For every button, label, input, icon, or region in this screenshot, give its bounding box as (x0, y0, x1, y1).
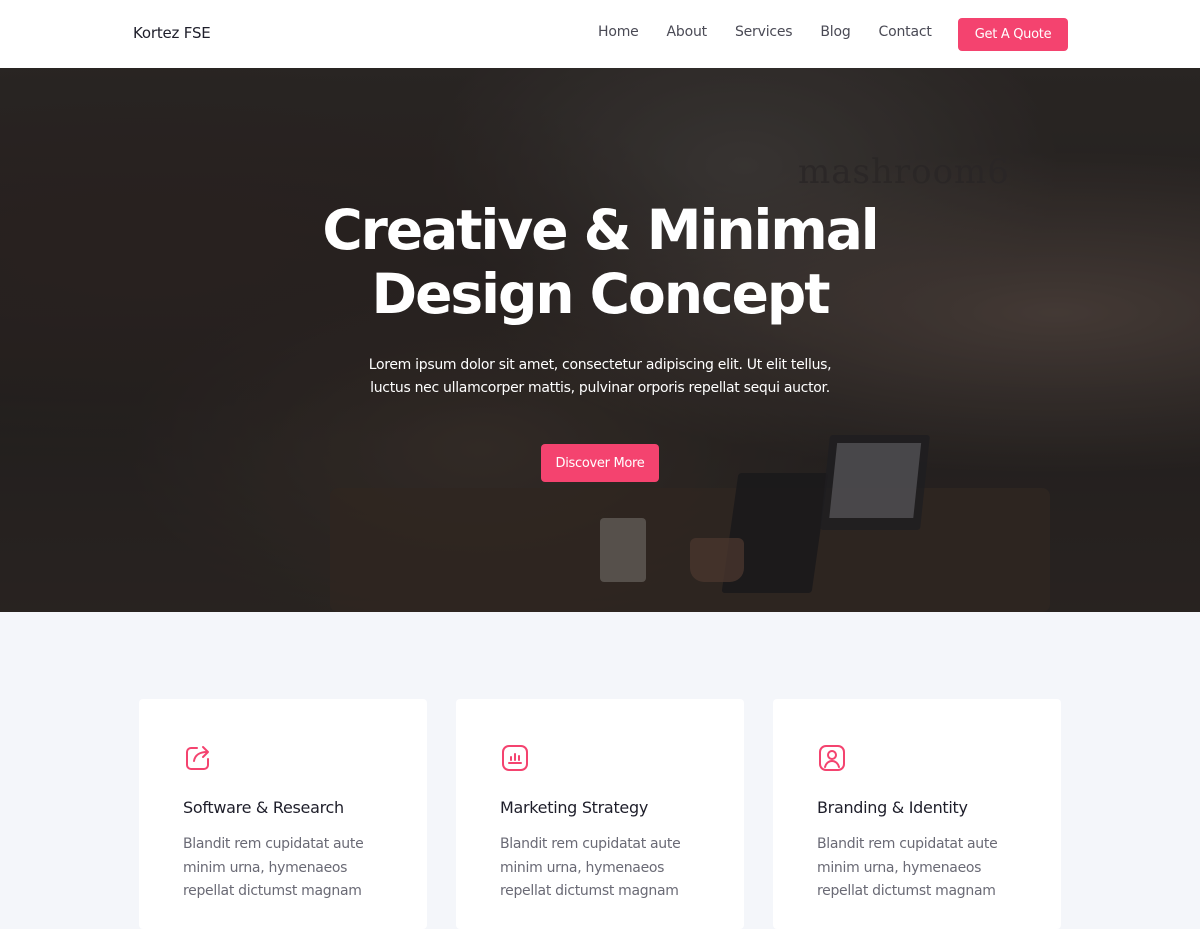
site-logo[interactable]: Kortez FSE (133, 24, 211, 42)
feature-card: Marketing Strategy Blandit rem cupidatat… (456, 699, 744, 929)
share-icon (186, 746, 209, 770)
feature-card: Branding & Identity Blandit rem cupidata… (773, 699, 1061, 929)
feature-text: Blandit rem cupidatat aute minim urna, h… (817, 836, 998, 899)
feature-text: Blandit rem cupidatat aute minim urna, h… (500, 836, 681, 899)
chart-icon (502, 745, 528, 771)
nav-item-blog[interactable]: Blog (820, 24, 850, 40)
feature-title: Software & Research (183, 798, 344, 817)
features-section: Software & Research Blandit rem cupidata… (0, 612, 1200, 929)
get-a-quote-button[interactable]: Get A Quote (958, 18, 1068, 51)
nav-item-services[interactable]: Services (735, 24, 793, 40)
hero-subtitle: Lorem ipsum dolor sit amet, consectetur … (368, 357, 832, 396)
main-nav: Home About Services Blog Contact (598, 24, 960, 40)
hero-title: Creative & Minimal Design Concept (0, 198, 1200, 326)
site-header: Kortez FSE Home About Services Blog Cont… (0, 0, 1200, 68)
hero-title-line2: Design Concept (371, 262, 830, 326)
nav-item-home[interactable]: Home (598, 24, 639, 40)
hero-title-line1: Creative & Minimal (322, 198, 879, 262)
feature-title: Marketing Strategy (500, 798, 648, 817)
nav-item-about[interactable]: About (667, 24, 708, 40)
feature-text: Blandit rem cupidatat aute minim urna, h… (183, 836, 364, 899)
feature-card: Software & Research Blandit rem cupidata… (139, 699, 427, 929)
hero-section: mashroom6 Creative & Minimal Design Conc… (0, 68, 1200, 612)
hero-overlay (0, 68, 1200, 612)
nav-item-contact[interactable]: Contact (879, 24, 932, 40)
user-icon (819, 745, 845, 771)
feature-title: Branding & Identity (817, 798, 968, 817)
discover-more-button[interactable]: Discover More (541, 444, 659, 482)
